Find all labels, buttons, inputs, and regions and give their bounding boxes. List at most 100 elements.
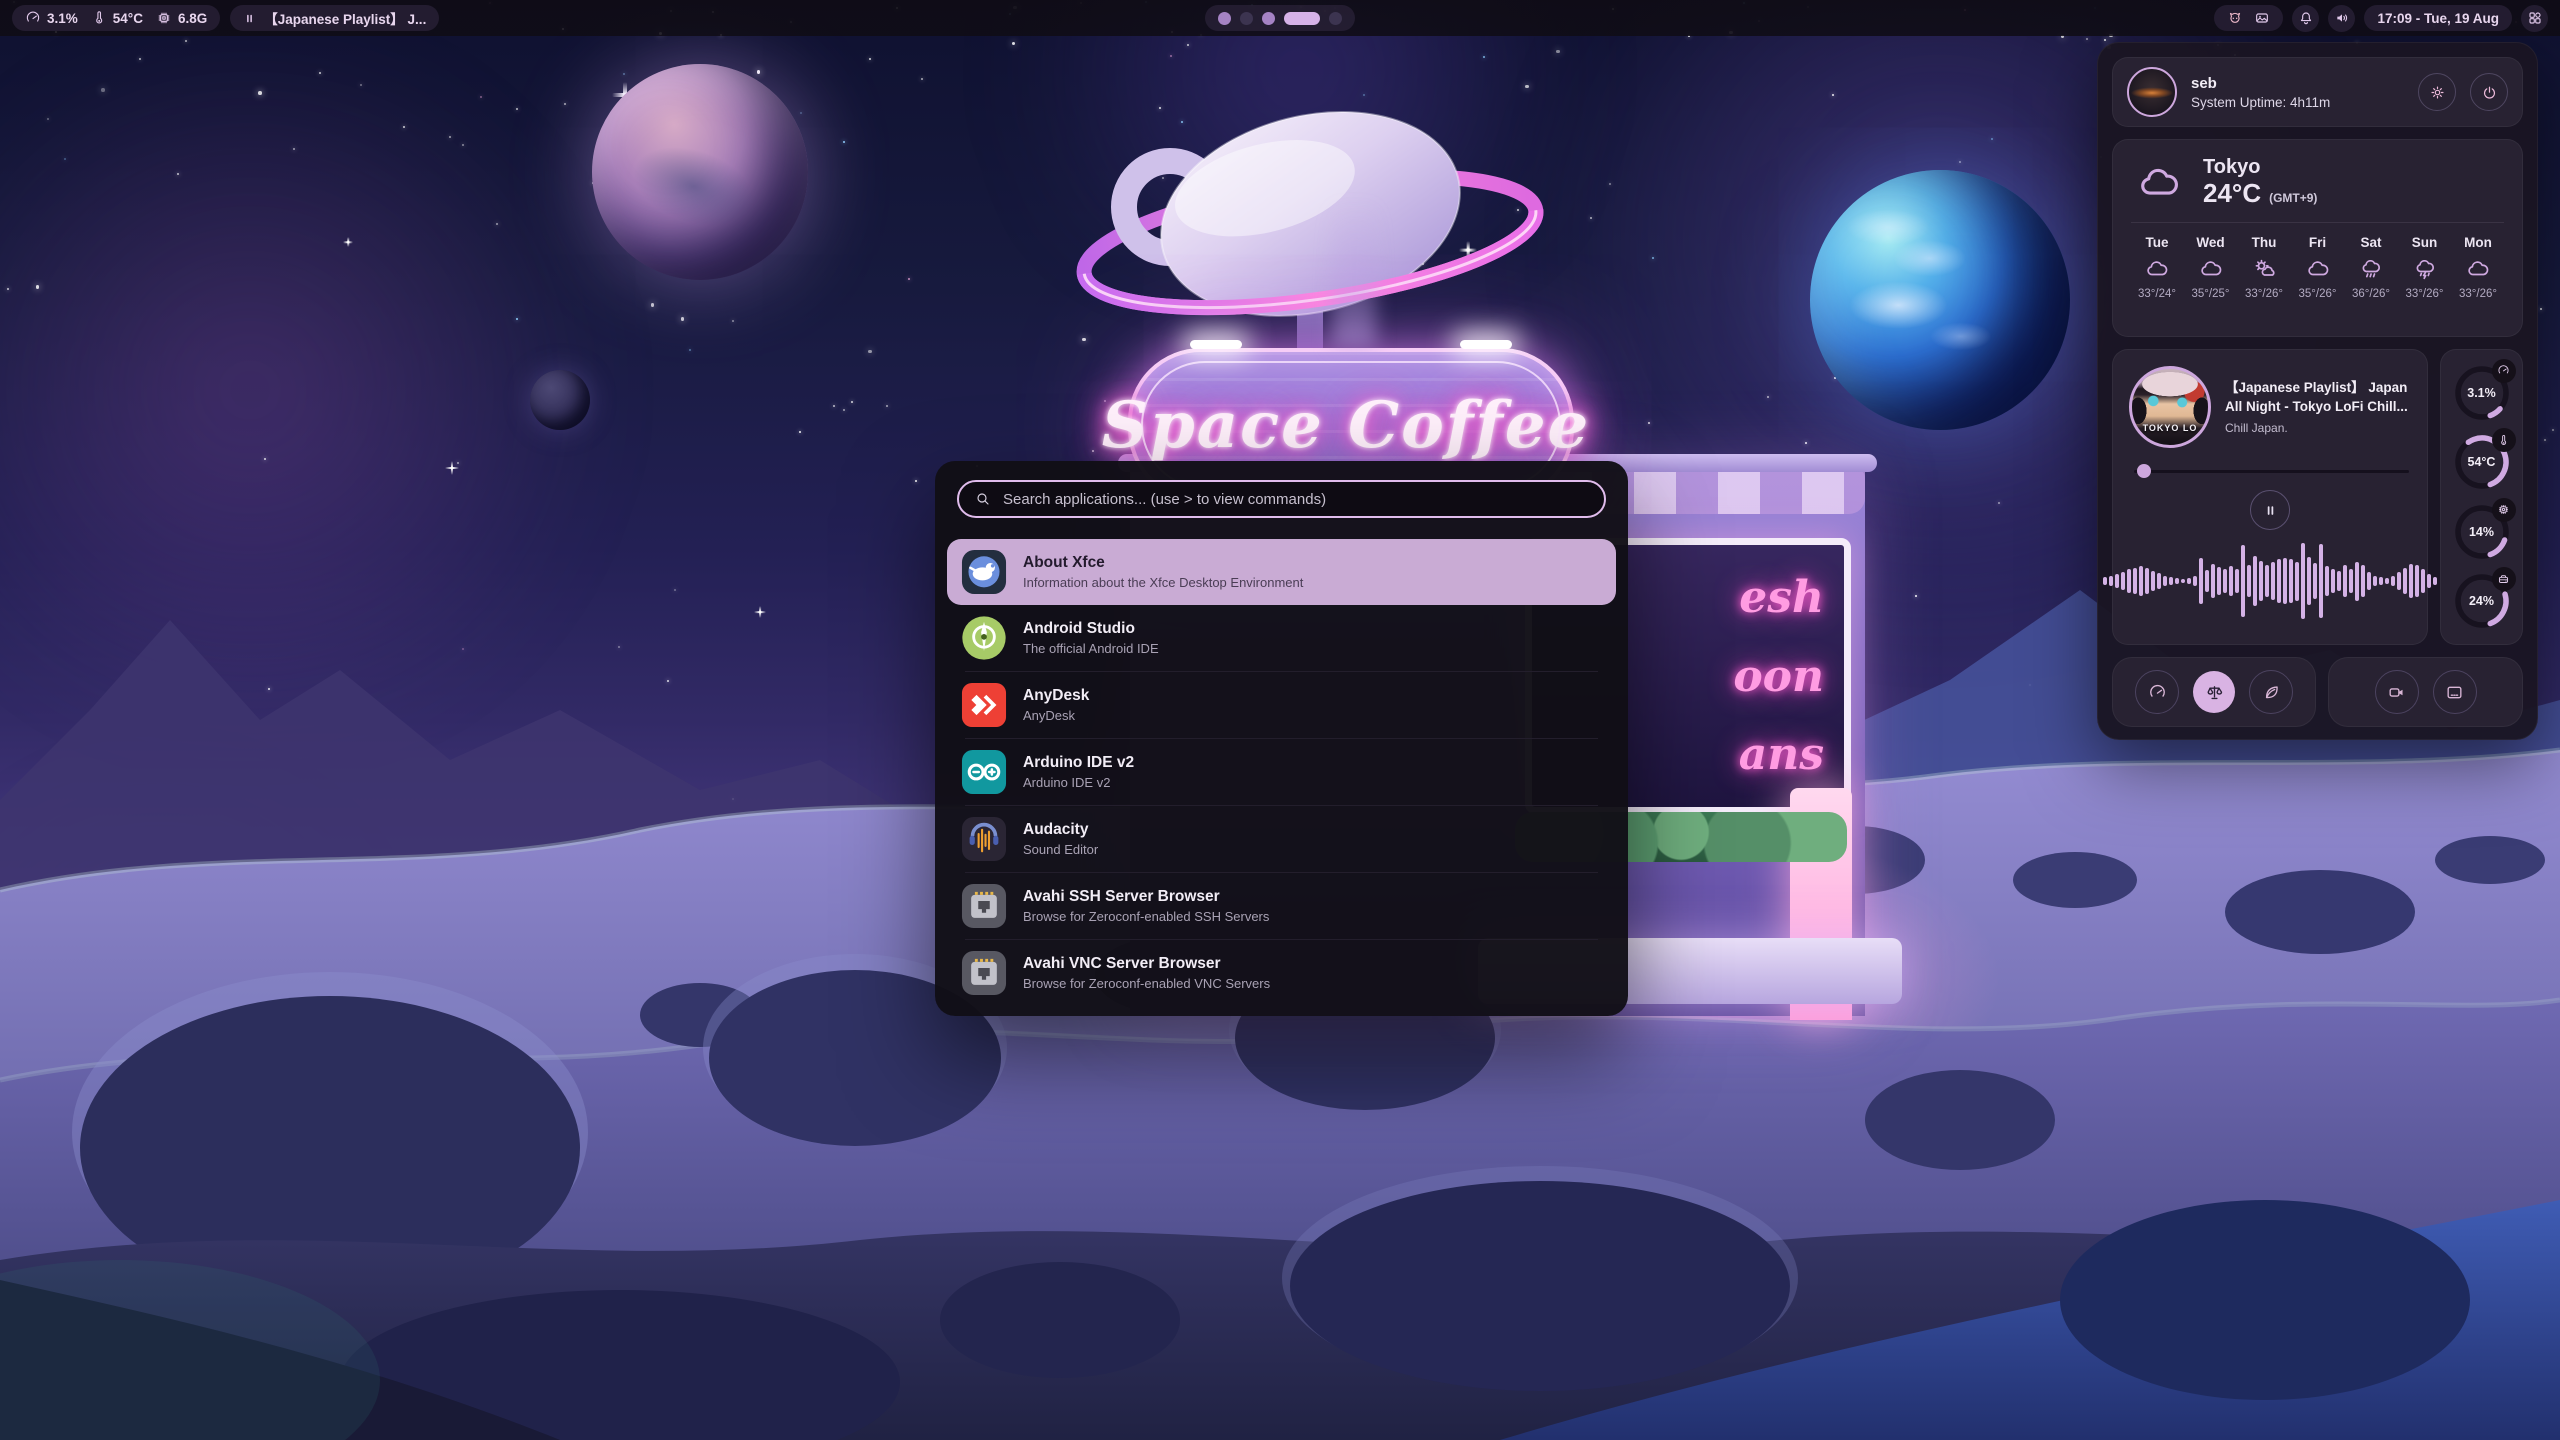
visualizer-bar: [2187, 578, 2191, 584]
visualizer-bar: [2433, 577, 2437, 585]
star: [921, 78, 923, 80]
floating-coffee-cup: [1072, 92, 1548, 362]
star: [1991, 138, 1993, 140]
search-box[interactable]: [957, 480, 1606, 518]
image-icon[interactable]: [2254, 10, 2270, 26]
clock-pill[interactable]: 17:09 - Tue, 19 Aug: [2364, 5, 2512, 31]
result-description: AnyDesk: [1023, 708, 1089, 723]
weather-timezone: (GMT+9): [2269, 191, 2317, 205]
search-input[interactable]: [1001, 490, 1588, 509]
star: [449, 136, 451, 138]
workspace-dot-1[interactable]: [1218, 12, 1231, 25]
avatar: [2127, 67, 2177, 117]
star: [915, 480, 917, 482]
visualizer-bar: [2283, 558, 2287, 605]
visualizer-bar: [2103, 577, 2107, 585]
notifications-button[interactable]: [2292, 5, 2319, 32]
workspace-switcher[interactable]: [1205, 5, 1355, 31]
workspace-dot-5[interactable]: [1329, 12, 1342, 25]
visualizer-bar: [2229, 566, 2233, 596]
balanced-profile-button[interactable]: [2193, 671, 2235, 713]
star: [2086, 38, 2088, 40]
now-playing-pill[interactable]: 【Japanese Playlist】 J...: [230, 5, 439, 31]
star: [480, 96, 482, 98]
settings-button[interactable]: [2418, 73, 2456, 111]
star: [2544, 439, 2546, 441]
memory-stat: 6.8G: [156, 10, 207, 26]
star: [868, 350, 872, 354]
cpu-value: 3.1%: [47, 11, 78, 26]
system-stats-pill[interactable]: 3.1% 54°C 6.8G: [12, 5, 220, 31]
divider: [2131, 222, 2504, 223]
seek-knob[interactable]: [2137, 464, 2151, 478]
forecast-day-label: Sun: [2412, 235, 2438, 250]
visualizer-bar: [2175, 578, 2179, 584]
workspace-dot-3[interactable]: [1262, 12, 1275, 25]
launcher-result-item[interactable]: Avahi SSH Server BrowserBrowse for Zeroc…: [947, 873, 1616, 939]
sparkle-star: [343, 237, 353, 247]
visualizer-bar: [2349, 569, 2353, 594]
cat-icon[interactable]: [2227, 10, 2243, 26]
power-button[interactable]: [2470, 73, 2508, 111]
visualizer-bar: [2271, 562, 2275, 599]
launcher-result-item[interactable]: Avahi VNC Server BrowserBrowse for Zeroc…: [947, 940, 1616, 1006]
launcher-result-item[interactable]: Android StudioThe official Android IDE: [947, 605, 1616, 671]
seek-bar[interactable]: [2129, 464, 2411, 478]
visualizer-bar: [2355, 562, 2359, 601]
visualizer-bar: [2121, 572, 2125, 591]
result-description: Browse for Zeroconf-enabled VNC Servers: [1023, 976, 1270, 991]
star: [843, 141, 845, 143]
launcher-result-item[interactable]: About XfceInformation about the Xfce Des…: [947, 539, 1616, 605]
forecast-day: Sun33°/26°: [2401, 235, 2449, 300]
forecast-day: Wed35°/25°: [2187, 235, 2235, 300]
result-description: The official Android IDE: [1023, 641, 1159, 656]
star: [757, 70, 761, 74]
seek-track: [2134, 470, 2409, 474]
visualizer-bar: [2199, 558, 2203, 605]
star: [403, 126, 405, 128]
grid-icon: [2527, 10, 2543, 26]
star: [851, 401, 853, 403]
control-panel: seb System Uptime: 4h11m Tokyo 24°C (GMT…: [2097, 42, 2538, 740]
launcher-result-item[interactable]: AnyDeskAnyDesk: [947, 672, 1616, 738]
workspace-dot-4[interactable]: [1284, 12, 1320, 25]
weather-forecast: Tue33°/24°Wed35°/25°Thu33°/26°Fri35°/26°…: [2131, 235, 2504, 300]
forecast-temps: 33°/26°: [2459, 288, 2497, 300]
forecast-day: Tue33°/24°: [2133, 235, 2181, 300]
visualizer-bar: [2385, 578, 2389, 584]
visualizer-bar: [2361, 565, 2365, 598]
pause-button[interactable]: [2250, 490, 2290, 530]
star: [2552, 429, 2554, 431]
user-card: seb System Uptime: 4h11m: [2112, 57, 2523, 127]
thermometer-icon: [2492, 428, 2516, 452]
powersaver-profile-button[interactable]: [2249, 670, 2293, 714]
star: [564, 103, 566, 105]
star: [360, 84, 362, 86]
visualizer-bar: [2157, 573, 2161, 589]
star: [1170, 55, 1172, 57]
overview-button[interactable]: [2521, 5, 2548, 32]
star: [258, 91, 262, 95]
screenshot-button[interactable]: [2433, 670, 2477, 714]
launcher-result-item[interactable]: AudacitySound Editor: [947, 806, 1616, 872]
star: [869, 58, 871, 60]
bell-icon: [2298, 10, 2314, 26]
track-artist: Chill Japan.: [2225, 421, 2411, 435]
star: [496, 223, 498, 225]
forecast-day: Fri35°/26°: [2294, 235, 2342, 300]
workspace-dot-2[interactable]: [1240, 12, 1253, 25]
network-app-icon: [961, 883, 1007, 929]
anydesk-app-icon: [961, 682, 1007, 728]
visualizer-bar: [2391, 576, 2395, 587]
launcher-result-item[interactable]: Arduino IDE v2Arduino IDE v2: [947, 739, 1616, 805]
visualizer-bar: [2247, 565, 2251, 598]
volume-button[interactable]: [2328, 5, 2355, 32]
screen-record-button[interactable]: [2375, 670, 2419, 714]
search-results-list: About XfceInformation about the Xfce Des…: [947, 539, 1616, 1002]
speedometer-icon: [2492, 359, 2516, 383]
capture-group: [2328, 657, 2523, 727]
disk-icon: [2492, 567, 2516, 591]
forecast-day-label: Tue: [2146, 235, 2169, 250]
tray-pill[interactable]: [2214, 5, 2283, 31]
performance-profile-button[interactable]: [2135, 670, 2179, 714]
